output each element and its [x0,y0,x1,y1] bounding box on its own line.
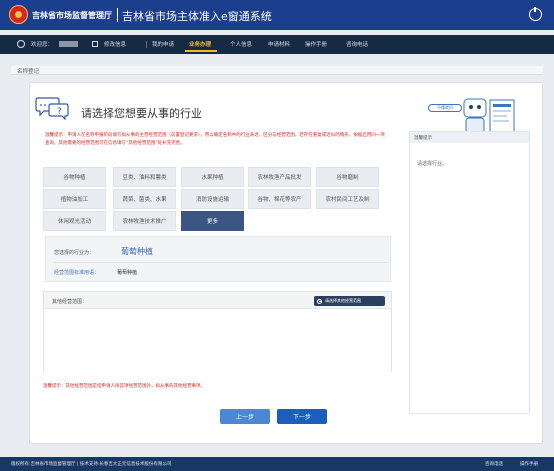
select-other-scope-label: 请选择其他经营范围 [325,298,361,303]
page-title-bar: 名称登记 [11,66,543,75]
hint-header: 温馨提示 [410,132,529,143]
footer-phone-link[interactable]: 咨询电话 [485,461,503,467]
nav-divider [146,41,147,48]
category-beans[interactable]: 豆类、油料和薯类 [113,167,176,187]
masked-username [59,41,78,47]
category-transport[interactable]: 消防设施运输 [181,189,244,209]
top-header: 吉林省市场监督管理厅 吉林省市场主体准入e窗通系统 [0,0,554,30]
select-other-scope-button[interactable]: 请选择其他经营范围 [314,296,385,306]
selected-value: 葡萄种植 [121,247,153,256]
more-categories-button[interactable]: 更多 [181,211,244,231]
standard-term-label[interactable]: 经营范围标准用语： [54,269,99,276]
nav-materials[interactable]: 申请材料 [268,40,290,48]
category-leisure[interactable]: 休闲观光活动 [43,211,106,231]
other-scope-label: 其他经营范围： [52,299,88,305]
system-title: 吉林省市场主体准入e窗通系统 [122,10,272,23]
nav-manual[interactable]: 操作手册 [305,40,327,48]
category-oil-processing[interactable]: 植物油加工 [43,189,106,209]
edit-info-icon [92,41,98,47]
hint-title: 温馨提示 [414,136,432,141]
welcome-text: 欢迎您： [31,42,54,48]
national-emblem-icon [9,5,28,24]
question-bubble-icon: ? [35,97,69,120]
footer: 版权所有:吉林省市场监督管理厅 | 技术支持:长春吉大正元信息技术股份有限公司 … [0,457,554,471]
hint-text: 请选择行业。 [417,161,448,167]
nav-phone[interactable]: 咨询电话 [346,40,368,48]
change-info-link[interactable]: 修改信息 [104,40,126,48]
category-tech-promotion[interactable]: 农林牧渔技术推广 [113,211,176,231]
user-icon [17,40,25,48]
hint-panel: 温馨提示 请选择行业。 [409,131,530,414]
category-cotton[interactable]: 谷物、棉花等农产 [248,189,311,209]
category-folk-craft[interactable]: 农村民间工艺及制 [316,189,379,209]
nav-bar: 欢迎您： 修改信息 我的申请 业务办理 个人信息 申请材料 操作手册 咨询电话 [0,35,554,54]
category-agri-wholesale[interactable]: 农林牧渔产品批发 [248,167,311,187]
active-indicator [185,50,217,52]
category-cereal[interactable]: 谷物种植 [43,167,106,187]
power-icon[interactable] [529,7,542,21]
other-scope-textarea[interactable] [44,310,391,372]
other-scope-tip: 温馨提示：其他经营范围是指申请人除首项经营范围外，拟从事的其他经营事项。 [43,384,205,389]
standard-term-value: 葡萄种植 [117,270,138,276]
nav-personal-info[interactable]: 个人信息 [230,40,252,48]
nav-my-applications[interactable]: 我的申请 [152,40,174,48]
category-grain-milling[interactable]: 谷物磨制 [316,167,379,187]
category-fruit[interactable]: 水果种植 [181,167,244,187]
divider [54,262,387,263]
notice-text: 温馨提示：申请人在名称申报阶段填写拟从事的主营经营范围（前置登记要求），用以确定… [45,133,385,146]
page-title: 名称登记 [17,69,40,75]
other-scope-box: 其他经营范围： 请选择其他经营范围 [43,291,392,372]
selected-label: 您选择的行业为： [54,250,95,256]
next-button[interactable]: 下一步 [277,409,327,424]
svg-text:?: ? [57,107,62,117]
prev-button[interactable]: 上一步 [220,409,270,424]
org-name: 吉林省市场监督管理厅 [32,11,112,20]
selected-industry-box: 您选择的行业为： 葡萄种植 经营范围标准用语： 葡萄种植 [45,236,391,282]
category-vegetables[interactable]: 蔬菜、菌类、水果 [113,189,176,209]
other-scope-header: 其他经营范围： 请选择其他经营范围 [44,292,391,309]
add-icon [317,298,322,304]
footer-manual-link[interactable]: 操作手册 [520,461,538,467]
copyright-text: 版权所有:吉林省市场监督管理厅 | 技术支持:长春吉大正元信息技术股份有限公司 [11,462,172,467]
header-divider [117,8,118,22]
question-title: 请选择您想要从事的行业 [81,107,202,120]
nav-business[interactable]: 业务办理 [189,40,211,48]
